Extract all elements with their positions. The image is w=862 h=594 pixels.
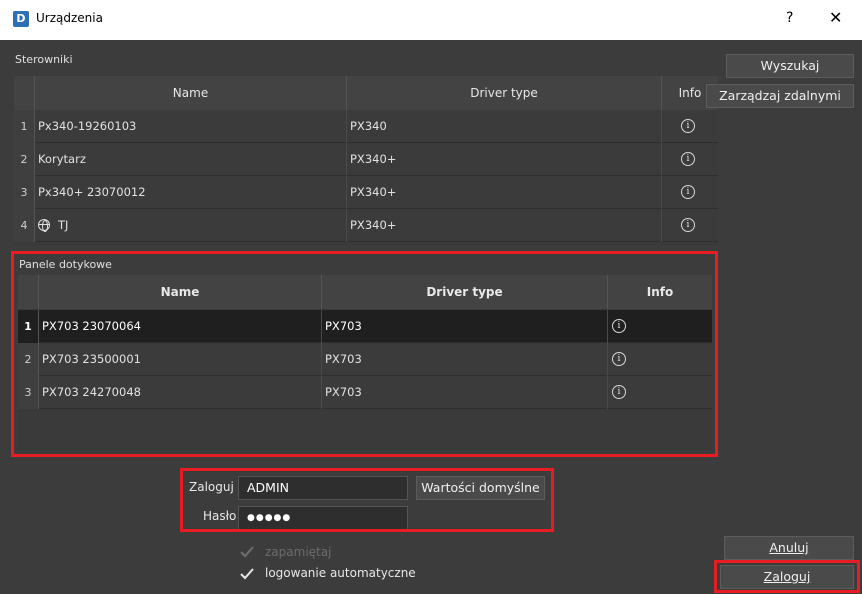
column-header-info[interactable]: Info	[608, 275, 712, 309]
row-number: 1	[14, 110, 35, 143]
dialog-body: Sterowniki Name Driver type Info 1 Px340…	[0, 40, 862, 594]
row-number: 3	[18, 376, 39, 409]
controllers-table-header: Name Driver type Info	[14, 76, 718, 110]
default-values-button[interactable]: Wartości domyślne	[416, 476, 545, 500]
search-button[interactable]: Wyszukaj	[726, 54, 854, 78]
info-icon[interactable]: i	[612, 352, 626, 366]
info-icon[interactable]: i	[681, 218, 695, 232]
checkmark-icon	[240, 546, 254, 558]
window-title: Urządzenia	[36, 11, 103, 25]
remember-label: zapamiętaj	[265, 545, 332, 559]
table-row[interactable]: 3 PX703 24270048 PX703 i	[18, 376, 712, 409]
panels-table: Name Driver type Info 1 PX703 23070064 P…	[18, 275, 712, 451]
autologin-label: logowanie automatyczne	[265, 566, 416, 580]
driver-type: PX340+	[347, 143, 662, 176]
title-bar: D Urządzenia ? ✕	[0, 0, 862, 40]
table-row[interactable]: 4 TJ PX340+ i	[14, 209, 718, 242]
device-name: Px340+ 23070012	[35, 176, 347, 209]
controllers-table: Name Driver type Info 1 Px340-19260103 P…	[14, 76, 718, 246]
user-label: Zaloguj	[189, 480, 234, 494]
table-row[interactable]: 2 Korytarz PX340+ i	[14, 143, 718, 176]
row-number: 1	[18, 310, 39, 343]
driver-type: PX703	[322, 343, 608, 376]
device-name: Px340-19260103	[35, 110, 347, 143]
device-name: Korytarz	[35, 143, 347, 176]
checkmark-icon	[240, 568, 254, 580]
info-icon[interactable]: i	[681, 185, 695, 199]
column-header-driver-type[interactable]: Driver type	[347, 76, 662, 110]
info-icon[interactable]: i	[612, 319, 626, 333]
autologin-checkbox[interactable]	[239, 566, 255, 582]
password-field[interactable]: ●●●●●	[238, 506, 408, 530]
driver-type: PX703	[322, 376, 608, 409]
device-name-cell: TJ	[35, 209, 347, 242]
table-row[interactable]: 1 PX703 23070064 PX703 i	[18, 310, 712, 343]
info-icon[interactable]: i	[612, 385, 626, 399]
info-icon[interactable]: i	[681, 152, 695, 166]
table-row[interactable]: 3 Px340+ 23070012 PX340+ i	[14, 176, 718, 209]
close-button[interactable]: ✕	[829, 8, 842, 27]
panels-table-header: Name Driver type Info	[18, 275, 712, 309]
column-header-name[interactable]: Name	[39, 275, 322, 309]
app-logo-icon: D	[13, 11, 29, 27]
driver-type: PX340	[347, 110, 662, 143]
row-number: 2	[14, 143, 35, 176]
remember-checkbox[interactable]	[239, 544, 255, 560]
table-row[interactable]: 1 Px340-19260103 PX340 i	[14, 110, 718, 143]
device-name: PX703 23070064	[39, 310, 322, 343]
user-field[interactable]: ADMIN	[238, 476, 408, 500]
help-button[interactable]: ?	[786, 10, 793, 26]
cancel-button[interactable]: Anuluj	[724, 536, 854, 560]
row-number: 3	[14, 176, 35, 209]
row-number: 4	[14, 209, 35, 242]
info-icon[interactable]: i	[681, 119, 695, 133]
table-corner	[18, 275, 39, 309]
driver-type: PX703	[322, 310, 608, 343]
column-header-driver-type[interactable]: Driver type	[322, 275, 608, 309]
table-corner	[14, 76, 35, 110]
login-label: Zaloguj	[763, 569, 811, 584]
globe-icon	[38, 219, 50, 232]
device-name: PX703 23500001	[39, 343, 322, 376]
driver-type: PX340+	[347, 176, 662, 209]
device-name: PX703 24270048	[39, 376, 322, 409]
cancel-label: Anuluj	[769, 540, 809, 555]
panels-group-label: Panele dotykowe	[19, 258, 112, 271]
password-label: Hasło	[203, 509, 237, 523]
driver-type: PX340+	[347, 209, 662, 242]
table-row[interactable]: 2 PX703 23500001 PX703 i	[18, 343, 712, 376]
login-button[interactable]: Zaloguj	[720, 565, 854, 589]
controllers-group-label: Sterowniki	[15, 53, 73, 66]
device-name: TJ	[58, 218, 69, 232]
manage-remote-button[interactable]: Zarządzaj zdalnymi	[706, 84, 854, 108]
row-number: 2	[18, 343, 39, 376]
column-header-name[interactable]: Name	[35, 76, 347, 110]
